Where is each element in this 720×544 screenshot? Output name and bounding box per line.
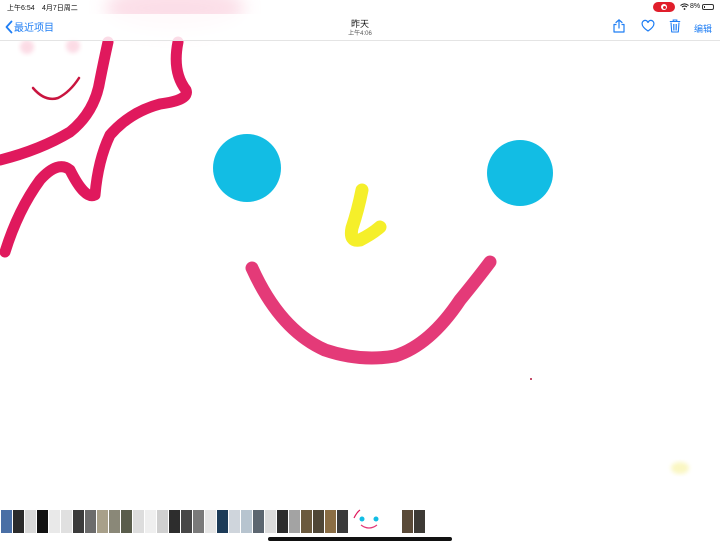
thumbnail-current[interactable]: [352, 508, 386, 535]
status-bar: 上午6:54 4月7日周二 8%: [0, 0, 720, 14]
thumbnail[interactable]: [313, 510, 324, 533]
thumbnail-strip[interactable]: [0, 508, 720, 535]
screen-recording-indicator[interactable]: [653, 2, 675, 12]
thumbnail[interactable]: [205, 510, 216, 533]
thumbnail[interactable]: [337, 510, 348, 533]
thumbnail[interactable]: [241, 510, 252, 533]
status-date: 4月7日周二: [42, 5, 78, 12]
thumbnail[interactable]: [277, 510, 288, 533]
thumbnail[interactable]: [325, 510, 336, 533]
thumbnail[interactable]: [289, 510, 300, 533]
thumbnail[interactable]: [145, 510, 156, 533]
thumbnail[interactable]: [133, 510, 144, 533]
battery-percentage: 8%: [690, 3, 701, 10]
thumbnail[interactable]: [73, 510, 84, 533]
thumbnail[interactable]: [49, 510, 60, 533]
faint-dot-right: [66, 39, 80, 53]
left-eye-circle: [213, 134, 281, 202]
thumbnail[interactable]: [1, 510, 12, 533]
sun-ray-stroke-upper: [0, 36, 114, 166]
thumbnail[interactable]: [157, 510, 168, 533]
faint-yellow-spot: [671, 462, 689, 474]
thumbnail[interactable]: [217, 510, 228, 533]
nav-bar: 最近项目 昨天 上午4:06 编辑: [0, 14, 720, 41]
trash-icon[interactable]: [669, 19, 681, 33]
thumbnail[interactable]: [13, 510, 24, 533]
heart-icon[interactable]: [641, 19, 655, 32]
thumbnail[interactable]: [402, 510, 413, 533]
thumbnail[interactable]: [85, 510, 96, 533]
right-eye-circle: [487, 140, 553, 206]
thumbnail[interactable]: [229, 510, 240, 533]
big-smile-stroke: [245, 255, 497, 365]
home-indicator[interactable]: [268, 537, 452, 541]
wifi-icon: [680, 3, 689, 10]
thumbnail[interactable]: [169, 510, 180, 533]
tiny-dot: [530, 378, 532, 380]
thumbnail[interactable]: [61, 510, 72, 533]
thumbnail[interactable]: [265, 510, 276, 533]
thumbnail[interactable]: [97, 510, 108, 533]
thumbnail[interactable]: [301, 510, 312, 533]
thumbnail[interactable]: [109, 510, 120, 533]
thumbnail[interactable]: [181, 510, 192, 533]
thumbnail[interactable]: [253, 510, 264, 533]
share-icon[interactable]: [613, 19, 625, 33]
page-subtitle: 上午4:06: [348, 31, 372, 37]
status-time: 上午6:54: [7, 5, 35, 12]
thumbnail[interactable]: [25, 510, 36, 533]
thumbnail[interactable]: [121, 510, 132, 533]
nose-stroke: [344, 183, 387, 247]
battery-icon: [702, 4, 714, 10]
thumbnail[interactable]: [193, 510, 204, 533]
thumbnail[interactable]: [390, 510, 401, 533]
faint-dot-left: [20, 40, 34, 54]
record-icon: [661, 4, 667, 10]
photo-drawing: [0, 0, 689, 474]
edit-button[interactable]: 编辑: [694, 22, 712, 35]
thumbnail[interactable]: [414, 510, 425, 533]
thumbnail[interactable]: [37, 510, 48, 533]
small-smile-stroke: [31, 76, 81, 101]
